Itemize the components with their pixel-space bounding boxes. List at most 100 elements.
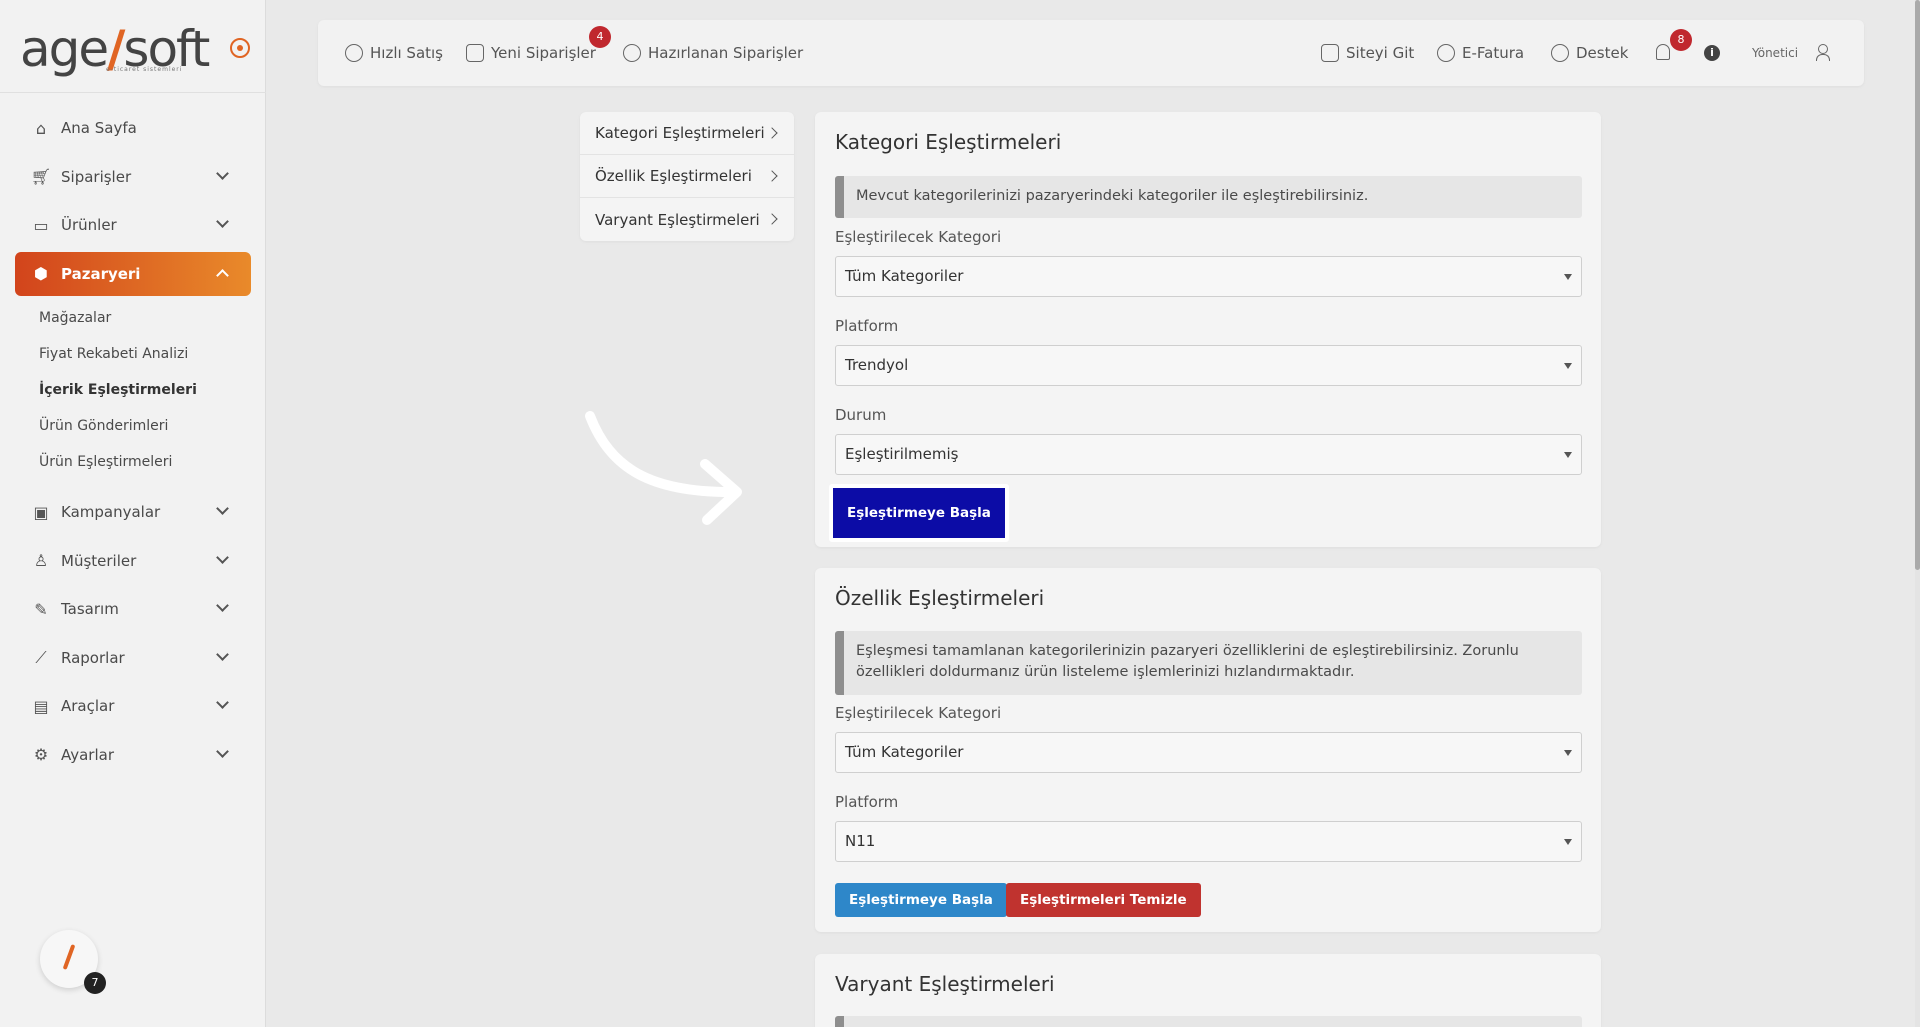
category-select[interactable]: Tüm Kategoriler: [835, 256, 1582, 297]
sub-item-stores[interactable]: Mağazalar: [39, 300, 251, 336]
matching-submenu: Kategori Eşleştirmeleri Özellik Eşleştir…: [580, 112, 794, 241]
category-field-label: Eşleştirilecek Kategori: [835, 228, 1002, 246]
status-select-value: Eşleştirilmemiş: [845, 445, 959, 463]
logo-subtitle: e-ticaret sistemleri: [106, 66, 183, 73]
chevron-down-icon: [216, 550, 229, 564]
pencil-icon: [62, 944, 76, 970]
sidebar-item-tools[interactable]: ▤ Araçlar: [15, 684, 251, 728]
cart-icon: [466, 44, 484, 62]
go-site-label: Siteyi Git: [1346, 44, 1415, 62]
sidebar-item-label: Ayarlar: [61, 745, 115, 764]
gift-icon: ▣: [33, 502, 49, 522]
platform-select[interactable]: Trendyol: [835, 345, 1582, 386]
new-orders-link[interactable]: Yeni Siparişler: [466, 43, 596, 63]
sidebar-item-products[interactable]: ▭ Ürünler: [15, 203, 251, 247]
quick-sale-icon: [345, 44, 363, 62]
sidebar-item-customers[interactable]: ♙ Müşteriler: [15, 539, 251, 583]
user-label[interactable]: Yönetici: [1752, 46, 1798, 60]
submenu-label: Varyant Eşleştirmeleri: [595, 210, 760, 229]
chart-icon: ⟋: [35, 647, 47, 667]
bell-icon[interactable]: [1656, 44, 1670, 60]
chevron-down-icon: [216, 502, 229, 515]
headset-icon: [1551, 44, 1569, 62]
caret-down-icon: [1564, 452, 1572, 458]
category-start-matching-button[interactable]: Eşleştirmeye Başla: [829, 484, 1009, 542]
feature-matching-card: Özellik Eşleştirmeleri Eşleşmesi tamamla…: [815, 568, 1601, 932]
target-icon[interactable]: [230, 38, 250, 58]
feature-category-field-label: Eşleştirilecek Kategori: [835, 704, 1002, 722]
sub-item-product-shipments[interactable]: Ürün Gönderimleri: [39, 408, 251, 444]
sub-item-content-matching[interactable]: İçerik Eşleştirmeleri: [39, 372, 251, 408]
pencil-button[interactable]: 7: [40, 930, 106, 994]
feature-start-matching-button[interactable]: Eşleştirmeye Başla: [835, 883, 1007, 917]
feature-card-title: Özellik Eşleştirmeleri: [835, 586, 1045, 610]
sub-item-product-matching[interactable]: Ürün Eşleştirmeleri: [39, 444, 251, 480]
sidebar-item-reports[interactable]: ⟋ Raporlar: [15, 636, 251, 680]
book-icon: ▭: [33, 215, 49, 235]
sidebar-item-label: Müşteriler: [61, 551, 137, 570]
scrollbar-thumb[interactable]: [1915, 0, 1920, 570]
caret-down-icon: [1564, 363, 1572, 369]
status-select[interactable]: Eşleştirilmemiş: [835, 434, 1582, 475]
support-link[interactable]: Destek: [1551, 43, 1628, 63]
settings-icon: ⚙︎: [33, 745, 49, 764]
clear-matchings-button[interactable]: Eşleştirmeleri Temizle: [1006, 883, 1201, 917]
feature-category-select[interactable]: Tüm Kategoriler: [835, 732, 1582, 773]
sidebar-item-settings[interactable]: ⚙︎ Ayarlar: [15, 733, 251, 777]
sidebar-item-label: Ana Sayfa: [61, 119, 137, 137]
category-select-value: Tüm Kategoriler: [845, 267, 964, 285]
chevron-down-icon: [216, 599, 229, 612]
box-icon: ⬢: [34, 264, 48, 283]
platform-field-label: Platform: [835, 317, 899, 335]
caret-down-icon: [1564, 839, 1572, 845]
chevron-down-icon: [216, 215, 229, 228]
sidebar-item-label: Araçlar: [61, 697, 115, 715]
variant-card-title: Varyant Eşleştirmeleri: [835, 972, 1055, 996]
sidebar-item-design[interactable]: ✎ Tasarım: [15, 587, 251, 631]
new-orders-badge: 4: [589, 26, 611, 48]
quick-sale-label: Hızlı Satış: [370, 44, 444, 62]
feature-platform-field-label: Platform: [835, 793, 899, 811]
sidebar-nav: ⌂ Ana Sayfa 🛒︎ Siparişler ▭ Ürünler ⬢ Pazary…: [15, 106, 251, 781]
feature-info-alert: Eşleşmesi tamamlanan kategorilerinizin p…: [835, 631, 1582, 695]
sidebar-item-orders[interactable]: 🛒︎ Siparişler: [15, 155, 251, 199]
category-info-alert: Mevcut kategorilerinizi pazaryerindeki k…: [835, 176, 1582, 218]
chevron-right-icon: [766, 213, 778, 225]
prepared-orders-label: Hazırlanan Siparişler: [648, 44, 804, 62]
sidebar-item-campaigns[interactable]: ▣ Kampanyalar: [15, 490, 251, 534]
sidebar-item-marketplace[interactable]: ⬢ Pazaryeri: [15, 251, 251, 296]
sidebar-item-label: Tasarım: [61, 600, 119, 618]
info-icon[interactable]: i: [1704, 45, 1720, 61]
chevron-up-icon: [216, 268, 229, 282]
prepared-orders-icon: [623, 44, 641, 62]
category-matching-card: Kategori Eşleştirmeleri Mevcut kategoril…: [815, 112, 1601, 547]
new-orders-label: Yeni Siparişler: [491, 44, 596, 62]
pointer-arrow-icon: [585, 411, 742, 525]
chevron-down-icon: [216, 744, 229, 758]
submenu-variant-matching[interactable]: Varyant Eşleştirmeleri: [580, 198, 794, 241]
feature-platform-select[interactable]: N11: [835, 821, 1582, 862]
sidebar-item-home[interactable]: ⌂ Ana Sayfa: [15, 106, 251, 150]
logo[interactable]: age/soft e-ticaret sistemleri: [20, 18, 210, 74]
invoice-icon: [1437, 44, 1455, 62]
quick-sale-link[interactable]: Hızlı Satış: [345, 43, 443, 63]
pencil-count-badge: 7: [84, 972, 106, 994]
feature-platform-select-value: N11: [845, 832, 876, 850]
e-invoice-link[interactable]: E-Fatura: [1437, 43, 1524, 63]
prepared-orders-link[interactable]: Hazırlanan Siparişler: [623, 43, 803, 63]
go-site-link[interactable]: Siteyi Git: [1321, 43, 1414, 63]
user-icon[interactable]: [1816, 44, 1830, 61]
sub-item-price-analysis[interactable]: Fiyat Rekabeti Analizi: [39, 336, 251, 372]
sidebar-item-label: Pazaryeri: [61, 264, 141, 283]
logo-text-a: age: [20, 20, 109, 78]
caret-down-icon: [1564, 274, 1572, 280]
status-field-label: Durum: [835, 406, 887, 424]
cart-icon: 🛒︎: [30, 167, 52, 186]
sidebar-item-label: Kampanyalar: [61, 503, 161, 521]
submenu-feature-matching[interactable]: Özellik Eşleştirmeleri: [580, 155, 794, 198]
chevron-down-icon: [216, 696, 229, 709]
clipboard-icon: ▤: [33, 696, 49, 716]
submenu-category-matching[interactable]: Kategori Eşleştirmeleri: [580, 112, 794, 155]
chevron-down-icon: [216, 647, 229, 661]
feature-category-select-value: Tüm Kategoriler: [845, 743, 964, 761]
